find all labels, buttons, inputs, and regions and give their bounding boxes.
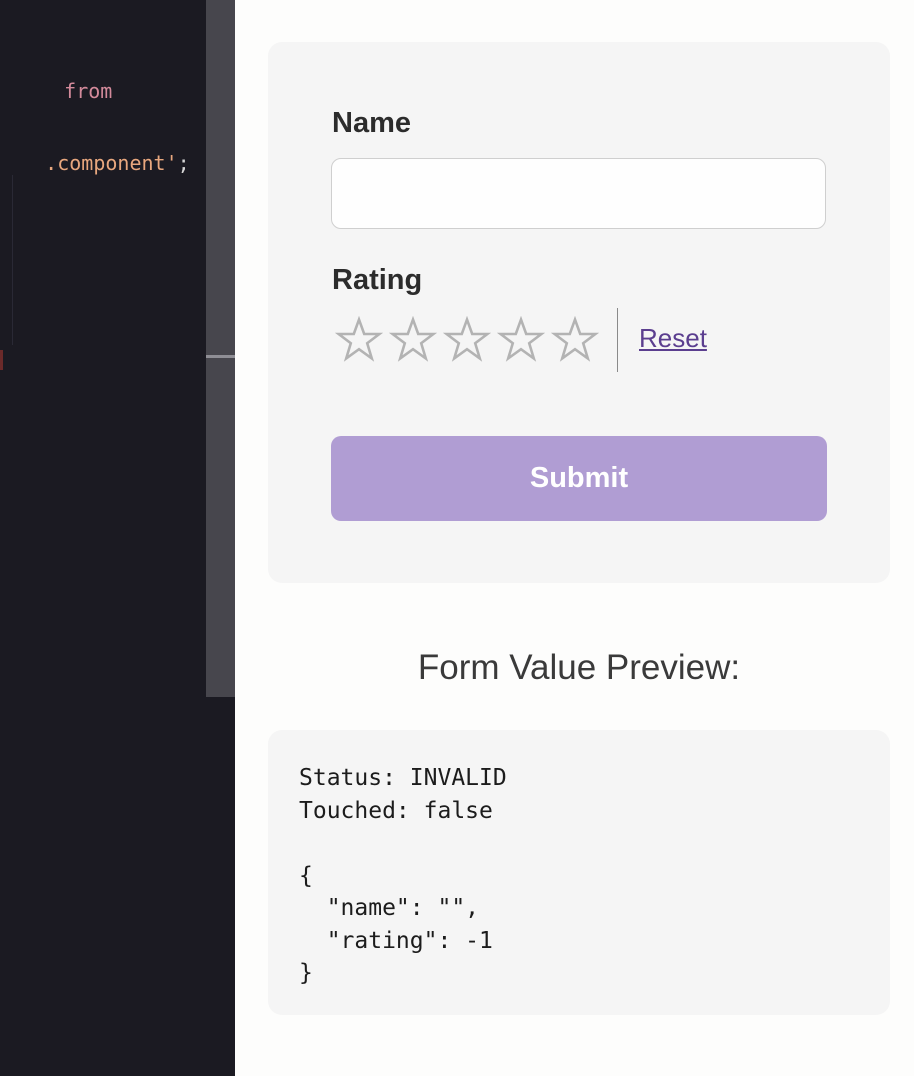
name-input[interactable]: [331, 158, 826, 229]
star-rating-control[interactable]: [332, 310, 602, 370]
reset-rating-link[interactable]: Reset: [639, 323, 707, 354]
rating-label: Rating: [332, 264, 423, 296]
star-outline-icon[interactable]: [494, 310, 548, 370]
code-token-component-string: .component': [45, 151, 178, 175]
code-line-1: from: [16, 55, 112, 127]
form-value-preview-title: Form Value Preview:: [417, 648, 741, 687]
form-value-preview-json: Status: INVALID Touched: false { "name":…: [299, 765, 507, 986]
submit-button[interactable]: Submit: [331, 436, 827, 521]
name-label: Name: [332, 107, 411, 139]
code-token-from: from: [64, 79, 113, 103]
editor-error-marker: [0, 350, 3, 370]
editor-scrollbar[interactable]: [206, 0, 235, 1076]
star-outline-icon[interactable]: [332, 310, 386, 370]
rating-divider: [617, 308, 618, 372]
star-outline-icon[interactable]: [386, 310, 440, 370]
rating-form-card: Name Rating Reset Submit: [268, 42, 890, 583]
editor-scrollbar-marker: [206, 355, 235, 358]
code-editor-pane: from .component';: [0, 0, 206, 1076]
editor-indent-guide: [0, 175, 13, 345]
form-value-preview-box: Status: INVALID Touched: false { "name":…: [268, 730, 890, 1015]
star-outline-icon[interactable]: [440, 310, 494, 370]
code-token-semicolon: ;: [177, 151, 190, 175]
star-outline-icon[interactable]: [548, 310, 602, 370]
editor-scrollbar-thumb[interactable]: [206, 0, 235, 697]
code-line-2: .component';: [0, 127, 190, 199]
